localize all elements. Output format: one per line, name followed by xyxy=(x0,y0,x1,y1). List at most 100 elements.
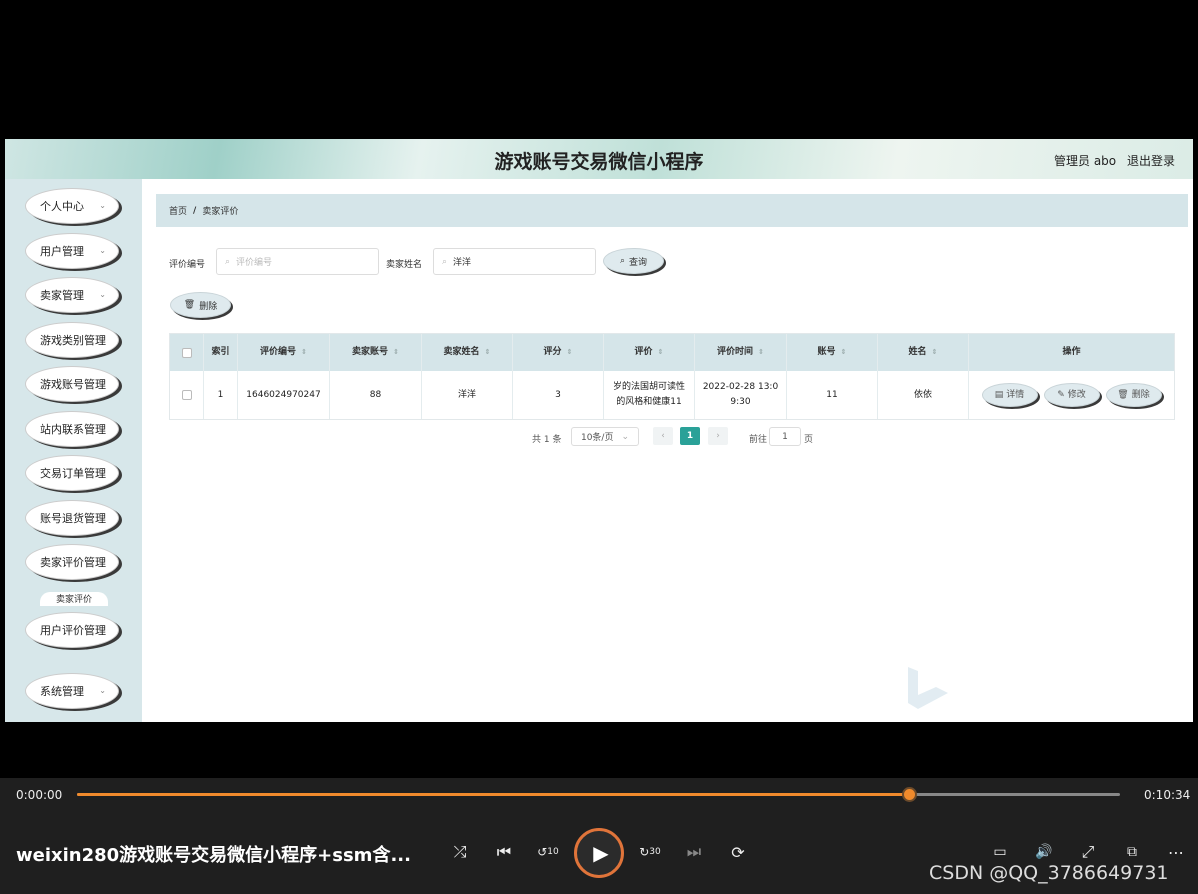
table-header: 索引 评价编号 ⇕ 卖家账号 ⇕ 卖家姓名 ⇕ 评分 ⇕ 评价 ⇕ 评价时间 ⇕ 账号 ⇕ 姓… xyxy=(170,334,1174,371)
seek-bar[interactable] xyxy=(77,787,1120,802)
sidebar-subitem-seller-review[interactable]: 卖家评价 xyxy=(40,592,108,606)
sidebar-item-seller-reviews[interactable]: 卖家评价管理 xyxy=(25,544,119,580)
sidebar-item-personal-center[interactable]: 个人中心 ⌄ xyxy=(25,188,119,224)
cell-account: 11 xyxy=(787,371,878,419)
sidebar-item-user-reviews[interactable]: 用户评价管理 xyxy=(25,612,119,648)
sidebar-item-user-management[interactable]: 用户管理 ⌄ xyxy=(25,233,119,269)
breadcrumb-home[interactable]: 首页 xyxy=(169,204,187,217)
sort-icon: ⇕ xyxy=(566,348,573,356)
col-index: 索引 xyxy=(204,334,238,371)
fullscreen-icon[interactable]: ⤢ xyxy=(1076,840,1100,864)
skip-forward-icon[interactable]: ↻ 30 xyxy=(638,840,662,864)
sidebar-item-label: 系统管理 xyxy=(40,685,84,698)
app-window: 游戏账号交易微信小程序 管理员 abo 退出登录 个人中心 ⌄ 用户管理 ⌄ 卖… xyxy=(5,139,1193,722)
sidebar-item-label: 卖家管理 xyxy=(40,289,84,302)
row-delete-button[interactable]: 🗑 删除 xyxy=(1105,383,1162,407)
goto-page-input[interactable]: 1 xyxy=(769,427,801,446)
col-review-time[interactable]: 评价时间 ⇕ xyxy=(695,334,787,371)
breadcrumb-current: 卖家评价 xyxy=(202,207,239,217)
mini-player-icon[interactable]: ⧉ xyxy=(1120,840,1144,864)
chevron-down-icon: ⌄ xyxy=(99,201,106,210)
sort-icon: ⇕ xyxy=(758,348,764,356)
select-all-cell xyxy=(170,334,204,371)
page-size-select[interactable]: 10条/页 ⌄ xyxy=(571,427,639,446)
query-button[interactable]: ⌕ 查询 xyxy=(603,248,664,274)
sort-icon: ⇕ xyxy=(931,348,938,356)
row-checkbox[interactable] xyxy=(181,390,192,400)
bing-logo-icon xyxy=(908,667,948,709)
prev-page-button[interactable]: ‹ xyxy=(653,427,673,445)
next-track-icon[interactable]: ⏭ xyxy=(682,840,706,864)
volume-icon[interactable]: 🔊 xyxy=(1032,840,1056,864)
sort-icon: ⇕ xyxy=(484,348,491,356)
cell-actions: ▤ 详情 ✎ 修改 🗑 删除 xyxy=(969,371,1174,419)
seller-name-input[interactable]: ⌕ 洋洋 xyxy=(433,248,596,275)
more-options-icon[interactable]: ⋯ xyxy=(1164,840,1188,864)
sidebar-item-game-account[interactable]: 游戏账号管理 xyxy=(25,366,119,402)
edit-button[interactable]: ✎ 修改 xyxy=(1043,383,1100,407)
app-title: 游戏账号交易微信小程序 xyxy=(494,151,704,173)
csdn-watermark: CSDN @QQ_3786649731 xyxy=(929,862,1169,884)
col-score[interactable]: 评分 ⇕ xyxy=(513,334,604,371)
chevron-down-icon: ⌄ xyxy=(99,246,106,255)
seller-name-label: 卖家姓名 xyxy=(386,260,423,270)
play-button[interactable]: ▶ xyxy=(574,828,624,878)
document-icon: ▤ xyxy=(994,389,1004,400)
col-account[interactable]: 账号 ⇕ xyxy=(787,334,878,371)
skip-back-icon[interactable]: ↺ 10 xyxy=(536,840,560,864)
sidebar-item-internal-contact[interactable]: 站内联系管理 xyxy=(25,411,119,447)
current-time: 0:00:00 xyxy=(16,788,63,802)
total-time: 0:10:34 xyxy=(1144,788,1191,802)
subtitles-icon[interactable]: ▭ xyxy=(988,840,1012,864)
pager-total: 共 1 条 xyxy=(532,435,562,445)
repeat-off-icon[interactable]: ⟳ xyxy=(726,840,750,864)
select-all-checkbox[interactable] xyxy=(181,347,192,358)
sidebar-item-label: 用户管理 xyxy=(40,245,84,258)
detail-button[interactable]: ▤ 详情 xyxy=(981,383,1038,407)
top-header: 游戏账号交易微信小程序 管理员 abo 退出登录 xyxy=(5,139,1193,179)
sidebar-item-label: 账号退货管理 xyxy=(40,512,106,525)
admin-label: 管理员 abo xyxy=(1054,154,1117,168)
breadcrumb-separator: / xyxy=(193,205,197,216)
video-player-bar: 0:00:00 0:10:34 weixin280游戏账号交易微信小程序+ssm… xyxy=(0,778,1198,894)
cell-review-id: 1646024970247 xyxy=(238,371,330,419)
col-actions: 操作 xyxy=(1062,347,1081,357)
col-seller-account[interactable]: 卖家账号 ⇕ xyxy=(330,334,422,371)
next-page-button[interactable]: › xyxy=(708,427,728,445)
sidebar-item-label: 交易订单管理 xyxy=(40,467,106,480)
sidebar-item-system-management[interactable]: 系统管理 ⌄ xyxy=(25,673,119,709)
breadcrumb: 首页 / 卖家评价 xyxy=(156,194,1188,227)
seek-knob[interactable] xyxy=(902,787,918,802)
sidebar-item-seller-management[interactable]: 卖家管理 ⌄ xyxy=(25,277,119,313)
chevron-down-icon: ⌄ xyxy=(621,431,630,442)
logout-link[interactable]: 退出登录 xyxy=(1127,152,1175,169)
previous-track-icon[interactable]: ⏮ xyxy=(492,840,516,864)
sidebar-item-game-category[interactable]: 游戏类别管理 xyxy=(25,322,119,358)
sidebar-item-label: 游戏账号管理 xyxy=(40,378,106,391)
goto-label: 前往 xyxy=(749,435,768,445)
sort-icon: ⇕ xyxy=(301,348,307,356)
col-review[interactable]: 评价 ⇕ xyxy=(604,334,695,371)
search-icon: ⌕ xyxy=(619,256,626,266)
cell-seller-name: 洋洋 xyxy=(422,371,513,419)
current-page-button[interactable]: 1 xyxy=(680,427,700,445)
delete-button[interactable]: 🗑 删除 xyxy=(170,292,231,318)
sidebar-item-label: 用户评价管理 xyxy=(40,624,106,637)
chevron-down-icon: ⌄ xyxy=(99,686,106,695)
col-seller-name[interactable]: 卖家姓名 ⇕ xyxy=(422,334,513,371)
col-name[interactable]: 姓名 ⇕ xyxy=(878,334,969,371)
cell-score: 3 xyxy=(513,371,604,419)
sort-icon: ⇕ xyxy=(393,348,399,356)
cell-review-time: 2022-02-28 13:0 9:30 xyxy=(695,371,787,419)
col-review-id[interactable]: 评价编号 ⇕ xyxy=(238,334,330,371)
sidebar-item-trade-orders[interactable]: 交易订单管理 xyxy=(25,455,119,491)
shuffle-icon[interactable]: ⤮ xyxy=(448,840,472,864)
trash-icon: 🗑 xyxy=(183,300,196,310)
sidebar-item-account-returns[interactable]: 账号退货管理 xyxy=(25,500,119,536)
query-button-label: 查询 xyxy=(629,257,648,268)
table-row: 1 1646024970247 88 洋洋 3 岁的法国胡可读性 的风格和健康1… xyxy=(170,371,1174,419)
pencil-icon: ✎ xyxy=(1057,389,1065,400)
review-id-input[interactable]: ⌕ 评价编号 xyxy=(216,248,379,275)
seek-bar-fill xyxy=(77,793,910,796)
sidebar-item-label: 卖家评价管理 xyxy=(40,556,106,569)
